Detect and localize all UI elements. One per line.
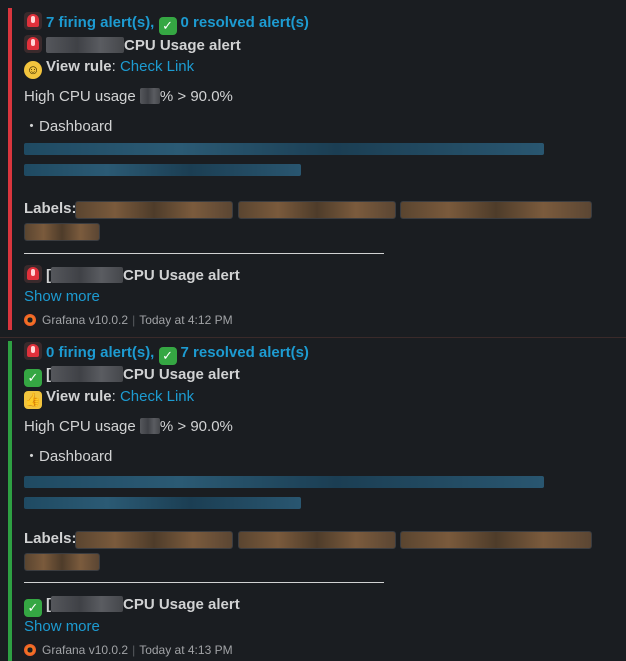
description-suffix: % > 90.0% xyxy=(159,88,233,105)
check-icon: ✓ xyxy=(24,599,42,617)
status-bar xyxy=(8,8,12,330)
next-alert-title: [CPU Usage alert xyxy=(24,265,240,286)
firing-count-link[interactable]: 0 firing alert(s), xyxy=(46,344,154,361)
alert-description: High CPU usage % > 90.0% xyxy=(24,87,233,107)
label-pill xyxy=(238,531,396,549)
view-rule-label: View rule xyxy=(46,388,112,405)
siren-icon xyxy=(24,265,42,283)
timestamp[interactable]: Today at 4:13 PM xyxy=(139,643,232,657)
check-icon: ✓ xyxy=(158,17,177,35)
message-footer: Grafana v10.0.2 | Today at 4:12 PM xyxy=(24,312,233,328)
grafana-icon xyxy=(24,644,36,656)
message-divider xyxy=(0,337,626,338)
label-pill xyxy=(24,223,100,241)
description-suffix: % > 90.0% xyxy=(159,418,233,435)
app-name: Grafana v10.0.2 xyxy=(42,313,129,327)
label-pill xyxy=(238,201,396,219)
resolved-count-link[interactable]: 7 resolved alert(s) xyxy=(181,344,309,361)
redacted-value xyxy=(139,88,160,104)
labels-label: Labels: xyxy=(24,200,77,217)
alert-title-text: CPU Usage alert xyxy=(123,366,240,383)
label-pill xyxy=(24,553,100,571)
resolved-count-link[interactable]: 0 resolved alert(s) xyxy=(181,14,309,31)
status-bar xyxy=(8,341,12,661)
show-more-link[interactable]: Show more xyxy=(24,287,100,307)
siren-icon xyxy=(24,35,42,53)
thumbs-up-icon: 👍 xyxy=(24,391,42,409)
check-link[interactable]: Check Link xyxy=(120,388,194,405)
alert-summary: 7 firing alert(s), ✓ 0 resolved alert(s) xyxy=(24,12,309,35)
dashboard-link-redacted[interactable] xyxy=(24,497,301,509)
redacted-text xyxy=(51,596,123,612)
halo-face-icon: ☺ xyxy=(24,61,42,79)
alert-title: CPU Usage alert xyxy=(24,35,241,56)
dashboard-link-redacted[interactable] xyxy=(24,143,544,155)
redacted-text xyxy=(51,366,123,382)
view-rule-separator: : xyxy=(111,58,116,75)
grafana-icon xyxy=(24,314,36,326)
separator xyxy=(24,253,384,254)
alert-summary: 0 firing alert(s), ✓ 7 resolved alert(s) xyxy=(24,342,309,365)
dashboard-label: ・Dashboard xyxy=(24,448,113,465)
footer-divider: | xyxy=(132,643,136,657)
alert-title: ✓[CPU Usage alert xyxy=(24,365,240,387)
label-pill xyxy=(400,201,592,219)
next-alert-title: ✓[CPU Usage alert xyxy=(24,595,240,617)
label-pill xyxy=(75,201,233,219)
redacted-text xyxy=(46,37,124,53)
dashboard-label: ・Dashboard xyxy=(24,118,113,135)
siren-icon xyxy=(24,342,42,360)
show-more-link[interactable]: Show more xyxy=(24,617,100,637)
siren-icon xyxy=(24,12,42,30)
check-link[interactable]: Check Link xyxy=(120,58,194,75)
label-pill xyxy=(75,531,233,549)
description-prefix: High CPU usage xyxy=(24,418,140,435)
view-rule-row: ☺ View rule: Check Link xyxy=(24,57,194,79)
description-prefix: High CPU usage xyxy=(24,88,140,105)
timestamp[interactable]: Today at 4:12 PM xyxy=(139,313,232,327)
redacted-value xyxy=(139,418,160,434)
view-rule-row: 👍 View rule: Check Link xyxy=(24,387,194,409)
labels-label: Labels: xyxy=(24,530,77,547)
footer-divider: | xyxy=(132,313,136,327)
dashboard-link-redacted[interactable] xyxy=(24,476,544,488)
message-footer: Grafana v10.0.2 | Today at 4:13 PM xyxy=(24,642,233,658)
check-icon: ✓ xyxy=(158,347,177,365)
dashboard-link-redacted[interactable] xyxy=(24,164,301,176)
view-rule-label: View rule xyxy=(46,58,112,75)
next-alert-title-text: CPU Usage alert xyxy=(123,596,240,613)
separator xyxy=(24,582,384,583)
alert-description: High CPU usage % > 90.0% xyxy=(24,417,233,437)
firing-count-link[interactable]: 7 firing alert(s), xyxy=(46,14,154,31)
alert-title-text: CPU Usage alert xyxy=(124,37,241,54)
redacted-text xyxy=(51,267,123,283)
check-icon: ✓ xyxy=(24,369,42,387)
app-name: Grafana v10.0.2 xyxy=(42,643,129,657)
label-pill xyxy=(400,531,592,549)
next-alert-title-text: CPU Usage alert xyxy=(123,267,240,284)
view-rule-separator: : xyxy=(111,388,116,405)
